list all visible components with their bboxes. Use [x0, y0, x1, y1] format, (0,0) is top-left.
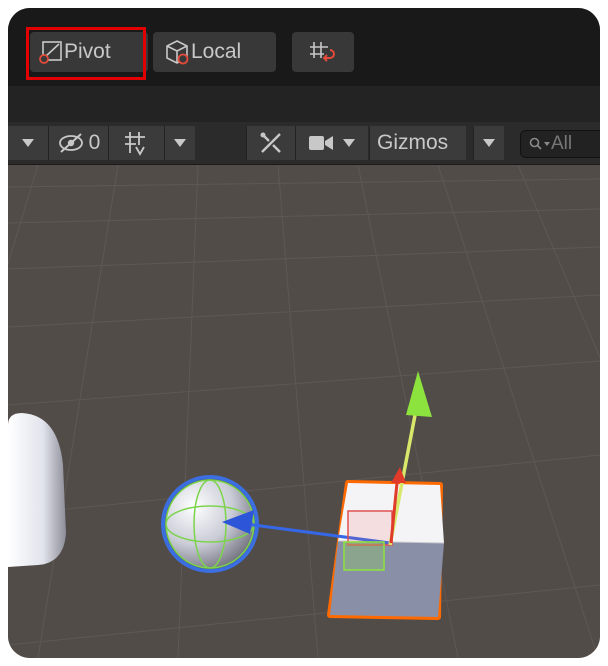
- grid-visibility-button[interactable]: [109, 126, 164, 160]
- grid-snap-button[interactable]: [292, 32, 354, 72]
- hidden-object-count: 0: [88, 131, 101, 154]
- scene-canvas: [8, 164, 600, 658]
- gizmos-button[interactable]: Gizmos: [370, 126, 466, 160]
- grid-snap-icon: [310, 42, 335, 62]
- local-toggle-button[interactable]: Local: [153, 32, 276, 72]
- camera-settings-dropdown[interactable]: [296, 126, 368, 160]
- camera-icon: [309, 136, 333, 150]
- scene-visibility-button[interactable]: 0: [49, 126, 108, 160]
- tools-button[interactable]: [247, 126, 295, 160]
- hidden-eye-icon: [58, 133, 83, 153]
- draw-mode-dropdown[interactable]: [8, 126, 48, 160]
- search-input[interactable]: All: [520, 130, 600, 158]
- gizmos-dropdown[interactable]: [474, 126, 504, 160]
- chevron-down-icon: [343, 139, 355, 147]
- tools-icon: [260, 132, 281, 153]
- search-placeholder: All: [551, 133, 573, 154]
- grid-icon: [124, 132, 145, 156]
- scene-viewport[interactable]: [8, 164, 600, 658]
- local-label: Local: [191, 40, 242, 63]
- scene-tab-header: [8, 86, 600, 122]
- chevron-down-icon: [483, 139, 495, 147]
- chevron-down-icon: [174, 139, 186, 147]
- scene-view-toolbar: 0 Gizmos All: [8, 122, 600, 165]
- unity-editor-window: Pivot Local 0 Gizmos All: [8, 8, 600, 658]
- chevron-down-icon: [22, 139, 34, 147]
- main-toolbar: Pivot Local: [8, 8, 600, 86]
- pivot-highlight-box: [26, 27, 146, 80]
- grid-options-dropdown[interactable]: [165, 126, 195, 160]
- gizmos-label: Gizmos: [377, 131, 449, 154]
- local-cube-icon: [166, 40, 189, 65]
- search-icon: [529, 137, 550, 150]
